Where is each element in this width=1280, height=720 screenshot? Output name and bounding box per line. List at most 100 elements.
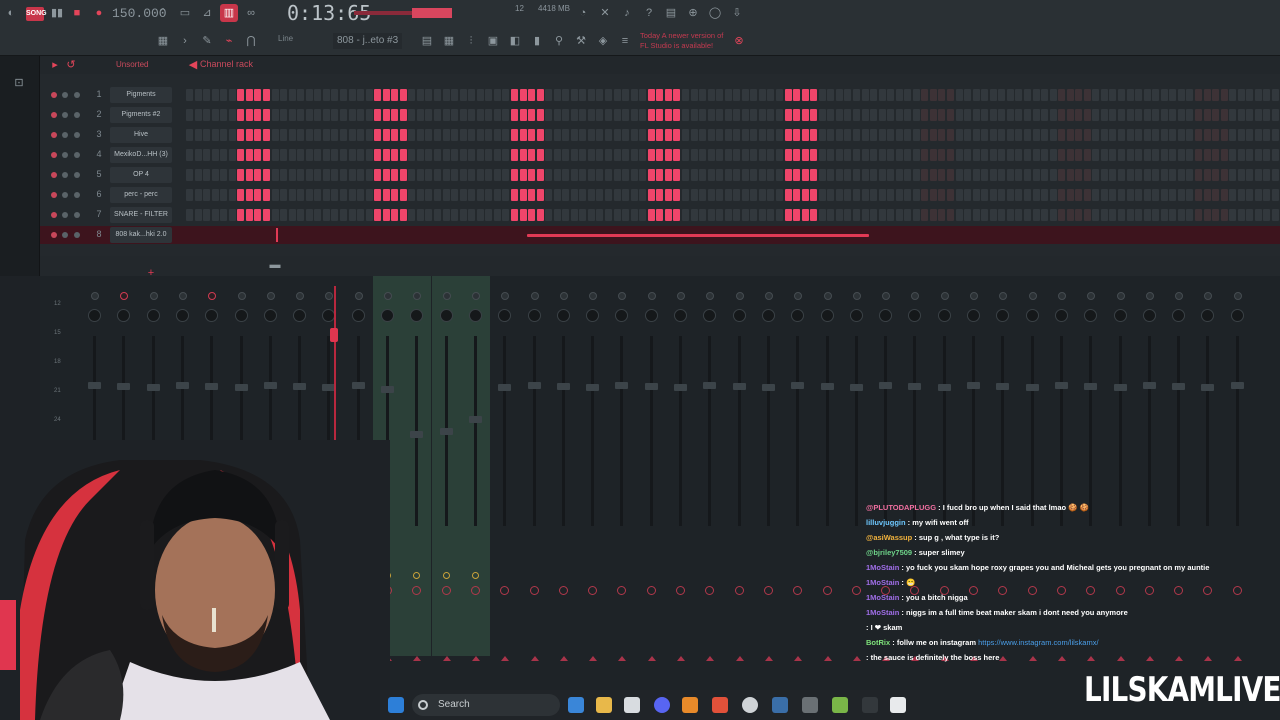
mixer-track[interactable] bbox=[490, 276, 519, 661]
step-button[interactable] bbox=[1032, 149, 1040, 161]
step-button[interactable] bbox=[194, 89, 202, 101]
step-button[interactable] bbox=[776, 169, 783, 181]
mixer-track[interactable] bbox=[637, 276, 666, 661]
piano-roll-preview-note[interactable] bbox=[527, 234, 869, 237]
step-button[interactable] bbox=[810, 209, 818, 221]
step-button[interactable] bbox=[912, 109, 920, 121]
pan-knob[interactable] bbox=[442, 292, 451, 300]
step-button[interactable] bbox=[262, 209, 270, 221]
step-button[interactable] bbox=[348, 149, 356, 161]
pan-knob[interactable] bbox=[120, 292, 129, 300]
step-button[interactable] bbox=[767, 189, 775, 201]
route-knob[interactable] bbox=[500, 586, 510, 595]
step-button[interactable] bbox=[493, 129, 501, 141]
pan-knob[interactable] bbox=[794, 292, 803, 300]
step-button[interactable] bbox=[1049, 169, 1057, 181]
step-button[interactable] bbox=[724, 89, 732, 101]
step-button[interactable] bbox=[587, 209, 595, 221]
step-button[interactable] bbox=[485, 129, 493, 141]
step-button[interactable] bbox=[793, 109, 801, 121]
step-button[interactable] bbox=[1152, 109, 1160, 121]
step-button[interactable] bbox=[280, 129, 288, 141]
step-button[interactable] bbox=[357, 89, 364, 101]
step-button[interactable] bbox=[1126, 169, 1134, 181]
play-icon[interactable]: ▮▮ bbox=[48, 4, 66, 22]
step-button[interactable] bbox=[776, 149, 783, 161]
step-button[interactable] bbox=[1006, 189, 1014, 201]
route-knob[interactable] bbox=[588, 586, 598, 595]
step-button[interactable] bbox=[1177, 149, 1185, 161]
step-button[interactable] bbox=[553, 209, 561, 221]
channel-name-button[interactable]: 808 kak...hki 2.0 bbox=[110, 227, 172, 243]
playlist-icon[interactable]: ▦ bbox=[154, 32, 172, 50]
pencil-icon[interactable]: ✎ bbox=[198, 32, 216, 50]
step-button[interactable] bbox=[904, 209, 912, 221]
stereo-separation-knob[interactable] bbox=[175, 309, 189, 322]
step-button[interactable] bbox=[844, 129, 852, 141]
route-knob[interactable] bbox=[558, 586, 568, 595]
step-button[interactable] bbox=[656, 89, 664, 101]
volume-fader[interactable] bbox=[1054, 382, 1068, 389]
step-button[interactable] bbox=[425, 209, 433, 221]
pan-knob[interactable] bbox=[852, 292, 861, 300]
step-button[interactable] bbox=[887, 89, 895, 101]
step-button[interactable] bbox=[1023, 169, 1031, 181]
step-button[interactable] bbox=[271, 149, 279, 161]
step-button[interactable] bbox=[622, 89, 629, 101]
step-button[interactable] bbox=[741, 109, 749, 121]
step-button[interactable] bbox=[929, 89, 937, 101]
step-button[interactable] bbox=[1186, 109, 1194, 121]
step-button[interactable] bbox=[1041, 149, 1048, 161]
step-button[interactable] bbox=[186, 89, 193, 101]
step-button[interactable] bbox=[1058, 169, 1066, 181]
pan-knob[interactable] bbox=[764, 292, 773, 300]
channel-control-knob[interactable] bbox=[62, 92, 68, 98]
step-button[interactable] bbox=[510, 109, 518, 121]
step-button[interactable] bbox=[912, 169, 920, 181]
step-button[interactable] bbox=[254, 109, 262, 121]
route-arrow-icon[interactable] bbox=[559, 656, 568, 661]
step-button[interactable] bbox=[673, 109, 681, 121]
route-arrow-icon[interactable] bbox=[618, 656, 627, 661]
step-button[interactable] bbox=[758, 169, 766, 181]
step-button[interactable] bbox=[972, 109, 980, 121]
step-button[interactable] bbox=[852, 189, 860, 201]
store-icon[interactable] bbox=[624, 697, 640, 713]
step-button[interactable] bbox=[493, 169, 501, 181]
step-button[interactable] bbox=[758, 189, 766, 201]
step-button[interactable] bbox=[245, 89, 253, 101]
step-button[interactable] bbox=[690, 149, 698, 161]
pan-knob[interactable] bbox=[413, 292, 422, 300]
step-button[interactable] bbox=[1169, 89, 1177, 101]
step-button[interactable] bbox=[707, 129, 715, 141]
step-button[interactable] bbox=[237, 209, 245, 221]
loop-record-icon[interactable]: ∞ bbox=[242, 4, 260, 22]
step-button[interactable] bbox=[972, 209, 980, 221]
step-edit-icon[interactable]: ▥ bbox=[220, 4, 238, 22]
step-button[interactable] bbox=[1271, 89, 1279, 101]
pan-knob[interactable] bbox=[735, 292, 744, 300]
step-button[interactable] bbox=[835, 129, 843, 141]
step-button[interactable] bbox=[835, 149, 843, 161]
step-button[interactable] bbox=[989, 209, 997, 221]
step-button[interactable] bbox=[365, 109, 373, 121]
route-knob[interactable] bbox=[412, 586, 422, 595]
step-button[interactable] bbox=[502, 189, 510, 201]
stereo-separation-knob[interactable] bbox=[908, 309, 922, 322]
step-button[interactable] bbox=[1092, 189, 1100, 201]
step-button[interactable] bbox=[1237, 169, 1245, 181]
step-button[interactable] bbox=[1169, 209, 1177, 221]
step-button[interactable] bbox=[1254, 189, 1262, 201]
step-button[interactable] bbox=[1160, 89, 1168, 101]
step-button[interactable] bbox=[810, 149, 818, 161]
step-button[interactable] bbox=[827, 189, 835, 201]
step-button[interactable] bbox=[810, 109, 818, 121]
step-button[interactable] bbox=[245, 189, 253, 201]
step-button[interactable] bbox=[699, 149, 706, 161]
step-button[interactable] bbox=[681, 89, 689, 101]
step-button[interactable] bbox=[605, 129, 612, 141]
step-button[interactable] bbox=[425, 189, 433, 201]
step-button[interactable] bbox=[1083, 189, 1091, 201]
step-button[interactable] bbox=[186, 209, 193, 221]
step-button[interactable] bbox=[391, 149, 399, 161]
